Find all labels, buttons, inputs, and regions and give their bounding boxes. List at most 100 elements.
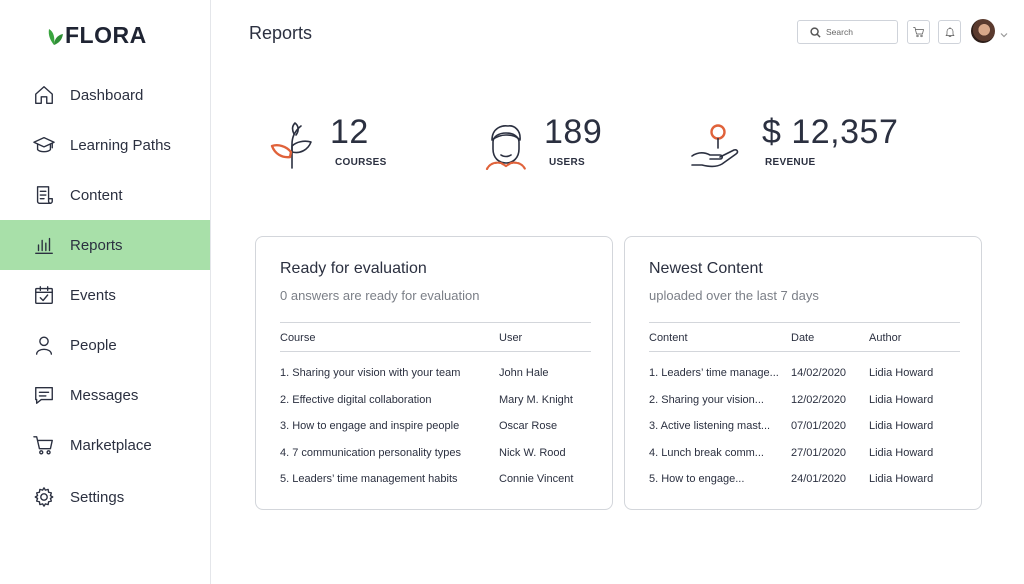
cell-content: 3. Active listening mast...	[649, 420, 771, 433]
cell-course: 1. Sharing your vision with your team	[280, 367, 461, 379]
sidebar-item-people[interactable]: People	[0, 320, 210, 370]
sidebar-item-label: Dashboard	[70, 86, 144, 104]
cell-user: Nick W. Rood	[499, 446, 566, 459]
evaluation-table: Course User 1. Sharing your vision with …	[280, 322, 591, 493]
stat-value: 12	[330, 113, 369, 151]
chevron-down-icon[interactable]	[1000, 26, 1008, 38]
table-header: Content Date Author	[649, 322, 960, 352]
cell-course: 3. How to engage and inspire people	[280, 420, 460, 433]
stat-revenue: $ 12,357 REVENUE	[690, 114, 898, 175]
sprout-icon	[270, 122, 314, 175]
cell-author: Lidia Howard	[869, 393, 934, 406]
cell-author: Lidia Howard	[869, 473, 934, 486]
sidebar-item-settings[interactable]: Settings	[0, 470, 210, 524]
sidebar-item-marketplace[interactable]: Marketplace	[0, 420, 210, 470]
table-row[interactable]: 1. Sharing your vision with your team Jo…	[280, 360, 591, 387]
brand-logo[interactable]: FLORA	[44, 22, 147, 49]
stat-caption: USERS	[549, 157, 585, 168]
cell-user: Connie Vincent	[499, 473, 574, 486]
sidebar-item-label: Messages	[70, 386, 139, 404]
evaluation-card: Ready for evaluation 0 answers are ready…	[255, 236, 613, 510]
cell-author: Lidia Howard	[869, 446, 934, 459]
sidebar-item-label: Marketplace	[70, 436, 152, 454]
column-header-author: Author	[869, 332, 902, 344]
person-icon	[33, 334, 55, 356]
table-row[interactable]: 2. Effective digital collaboration Mary …	[280, 387, 591, 414]
sidebar-nav: Dashboard Learning Paths Content Reports…	[0, 70, 210, 524]
graduation-cap-icon	[33, 134, 55, 156]
table-row[interactable]: 4. Lunch break comm... 27/01/2020 Lidia …	[649, 440, 960, 467]
sidebar: FLORA Dashboard Learning Paths Content R…	[0, 0, 211, 584]
message-icon	[33, 384, 55, 406]
table-row[interactable]: 3. Active listening mast... 07/01/2020 L…	[649, 413, 960, 440]
stat-caption: REVENUE	[765, 157, 816, 168]
table-row[interactable]: 2. Sharing your vision... 12/02/2020 Lid…	[649, 387, 960, 414]
table-row[interactable]: 1. Leaders’ time manage... 14/02/2020 Li…	[649, 360, 960, 387]
bell-icon	[945, 27, 954, 37]
cell-date: 07/01/2020	[791, 420, 847, 433]
cell-course: 4. 7 communication personality types	[280, 446, 461, 459]
search-icon	[810, 26, 821, 38]
gear-icon	[33, 486, 55, 508]
cell-user: Oscar Rose	[499, 420, 558, 433]
cell-content: 5. How to engage...	[649, 473, 745, 486]
calendar-check-icon	[33, 284, 55, 306]
card-subtitle: 0 answers are ready for evaluation	[280, 288, 480, 303]
cart-button[interactable]	[907, 20, 930, 44]
cell-date: 14/02/2020	[791, 367, 847, 379]
cell-course: 2. Effective digital collaboration	[280, 393, 432, 406]
stat-value: $ 12,357	[762, 113, 899, 151]
cell-content: 4. Lunch break comm...	[649, 446, 764, 459]
card-subtitle: uploaded over the last 7 days	[649, 288, 819, 303]
sidebar-item-messages[interactable]: Messages	[0, 370, 210, 420]
search-input[interactable]	[826, 27, 896, 37]
cart-icon	[33, 434, 55, 456]
sidebar-item-label: Settings	[70, 488, 125, 506]
column-header-user: User	[499, 332, 523, 344]
sidebar-item-label: Learning Paths	[70, 136, 171, 154]
cell-user: Mary M. Knight	[499, 393, 573, 406]
cell-date: 27/01/2020	[791, 446, 847, 459]
table-row[interactable]: 3. How to engage and inspire people Osca…	[280, 413, 591, 440]
notifications-button[interactable]	[938, 20, 961, 44]
stat-value: 189	[544, 113, 603, 151]
sidebar-item-label: Reports	[70, 236, 123, 254]
card-title: Newest Content	[649, 260, 763, 277]
sidebar-item-label: Events	[70, 286, 116, 304]
column-header-date: Date	[791, 332, 815, 344]
sidebar-item-events[interactable]: Events	[0, 270, 210, 320]
cell-user: John Hale	[499, 367, 549, 379]
stat-caption: COURSES	[335, 157, 387, 168]
hand-coin-icon	[690, 122, 742, 175]
newest-content-table: Content Date Author 1. Leaders’ time man…	[649, 322, 960, 493]
sidebar-item-label: Content	[70, 186, 123, 204]
document-icon	[33, 184, 55, 206]
sidebar-item-label: People	[70, 336, 117, 354]
stat-courses: 12 COURSES	[270, 114, 387, 175]
table-row[interactable]: 5. Leaders’ time management habits Conni…	[280, 466, 591, 493]
table-row[interactable]: 4. 7 communication personality types Nic…	[280, 440, 591, 467]
home-icon	[33, 84, 55, 106]
table-row[interactable]: 5. How to engage... 24/01/2020 Lidia How…	[649, 466, 960, 493]
cell-author: Lidia Howard	[869, 367, 934, 379]
newest-content-card: Newest Content uploaded over the last 7 …	[624, 236, 982, 510]
user-face-icon	[484, 122, 528, 175]
cell-content: 2. Sharing your vision...	[649, 393, 764, 406]
leaf-icon	[48, 28, 63, 45]
cell-author: Lidia Howard	[869, 420, 934, 433]
stat-users: 189 USERS	[484, 114, 602, 175]
cell-date: 24/01/2020	[791, 473, 847, 486]
cell-content: 1. Leaders’ time manage...	[649, 367, 779, 379]
column-header-course: Course	[280, 332, 316, 344]
table-header: Course User	[280, 322, 591, 352]
sidebar-item-learning-paths[interactable]: Learning Paths	[0, 120, 210, 170]
page-title: Reports	[249, 23, 313, 43]
avatar[interactable]	[971, 19, 995, 43]
bar-chart-icon	[33, 234, 55, 256]
card-title: Ready for evaluation	[280, 260, 427, 277]
sidebar-item-content[interactable]: Content	[0, 170, 210, 220]
sidebar-item-dashboard[interactable]: Dashboard	[0, 70, 210, 120]
brand-name: FLORA	[65, 22, 147, 48]
search-box[interactable]	[797, 20, 898, 44]
sidebar-item-reports[interactable]: Reports	[0, 220, 210, 270]
